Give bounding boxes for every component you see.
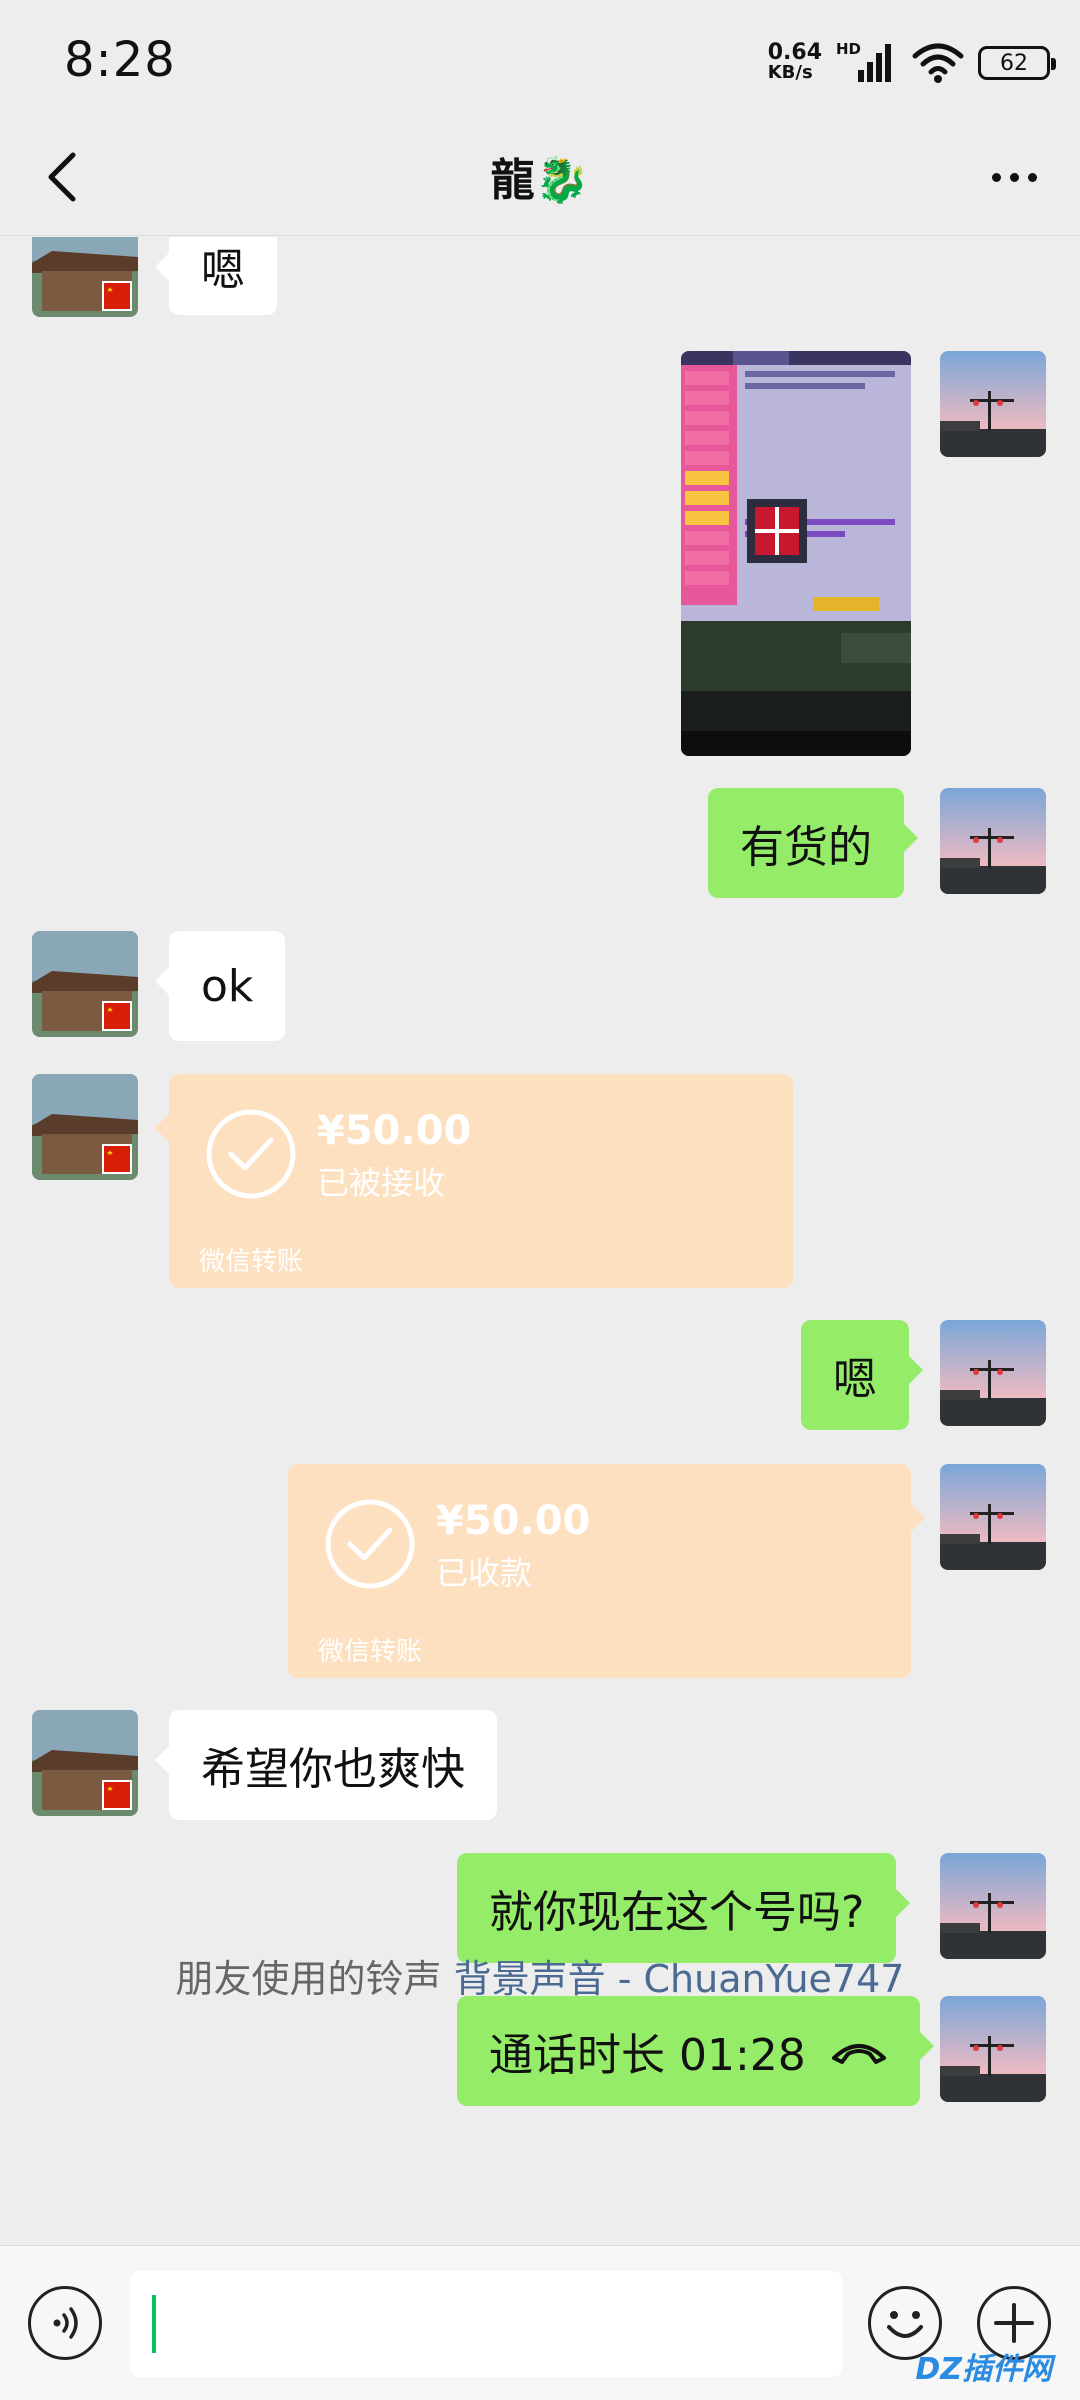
transfer-footer: 微信转账 bbox=[318, 1637, 423, 1667]
contact-avatar[interactable] bbox=[32, 1710, 138, 1816]
network-speed: 0.64 KB/s bbox=[767, 40, 822, 83]
message-bubble[interactable]: 有货的 bbox=[708, 788, 918, 898]
plus-icon bbox=[994, 2303, 1034, 2343]
ringtone-notice: 朋友使用的铃声 背景声音 - ChuanYue747 bbox=[0, 1948, 1080, 2003]
message-bubble[interactable]: 希望你也爽快 bbox=[155, 1710, 497, 1820]
voice-button[interactable] bbox=[28, 2286, 102, 2360]
chat-header: 龍🐉 bbox=[0, 118, 1080, 236]
text-caret bbox=[152, 2295, 156, 2353]
transfer-amount: ¥50.00 bbox=[436, 1498, 591, 1544]
input-bar: DZ插件网 bbox=[0, 2245, 1080, 2400]
battery-level: 62 bbox=[1000, 50, 1028, 76]
battery-icon: 62 bbox=[978, 46, 1056, 80]
message-list[interactable]: 嗯 有货的 ok ¥50.00 已被接收 微信转账 嗯 ¥50.00 已收款 微… bbox=[0, 237, 1080, 2245]
message-text: 就你现在这个号吗? bbox=[489, 1887, 865, 1938]
transfer-footer: 微信转账 bbox=[199, 1247, 304, 1277]
contact-avatar[interactable] bbox=[32, 1074, 138, 1180]
message-bubble[interactable]: 就你现在这个号吗? bbox=[457, 1853, 911, 1963]
ringtone-link[interactable]: 背景声音 - ChuanYue747 bbox=[454, 1957, 905, 2001]
call-record-bubble[interactable]: 通话时长 01:28 bbox=[457, 1996, 934, 2106]
more-options-button[interactable] bbox=[974, 144, 1054, 210]
status-time: 8:28 bbox=[64, 32, 176, 88]
message-bubble[interactable]: 嗯 bbox=[155, 237, 277, 315]
cell-signal-icon: HD bbox=[836, 40, 898, 86]
image-message[interactable] bbox=[681, 351, 911, 756]
contact-name: 龍🐉 bbox=[490, 155, 590, 206]
status-bar: 8:28 0.64 KB/s HD 62 bbox=[0, 0, 1080, 118]
message-text: ok bbox=[201, 960, 254, 1012]
network-speed-unit: KB/s bbox=[767, 62, 813, 83]
message-text: 希望你也爽快 bbox=[201, 1744, 465, 1795]
voice-icon bbox=[53, 2307, 78, 2339]
phone-icon bbox=[831, 2044, 886, 2064]
network-speed-value: 0.64 bbox=[767, 40, 822, 65]
contact-avatar[interactable] bbox=[32, 237, 138, 317]
transfer-card[interactable]: ¥50.00 已收款 微信转账 bbox=[288, 1464, 925, 1678]
message-text: 嗯 bbox=[201, 245, 245, 296]
transfer-status: 已收款 bbox=[436, 1554, 533, 1592]
contact-avatar[interactable] bbox=[32, 931, 138, 1037]
transfer-card[interactable]: ¥50.00 已被接收 微信转账 bbox=[155, 1074, 793, 1288]
more-dots-icon bbox=[991, 172, 1001, 182]
message-bubble[interactable]: ok bbox=[154, 931, 286, 1041]
message-text: 嗯 bbox=[833, 1354, 877, 1405]
my-avatar[interactable] bbox=[940, 1996, 1046, 2102]
my-avatar[interactable] bbox=[940, 1320, 1046, 1426]
wifi-icon bbox=[912, 43, 964, 83]
check-circle-icon bbox=[206, 1109, 296, 1199]
chat-title: 龍🐉 bbox=[0, 144, 1080, 208]
ringtone-prefix: 朋友使用的铃声 bbox=[175, 1957, 442, 2001]
transfer-amount: ¥50.00 bbox=[317, 1108, 472, 1154]
my-avatar[interactable] bbox=[940, 1853, 1046, 1959]
message-input[interactable] bbox=[130, 2271, 842, 2377]
transfer-status: 已被接收 bbox=[317, 1164, 446, 1202]
my-avatar[interactable] bbox=[940, 351, 1046, 457]
check-circle-icon bbox=[325, 1499, 415, 1589]
message-bubble[interactable]: 嗯 bbox=[801, 1320, 923, 1430]
my-avatar[interactable] bbox=[940, 788, 1046, 894]
message-text: 有货的 bbox=[740, 822, 872, 873]
my-avatar[interactable] bbox=[940, 1464, 1046, 1570]
watermark-logo: DZ插件网 bbox=[915, 2352, 1052, 2387]
call-duration: 通话时长 01:28 bbox=[489, 2030, 806, 2081]
chat-screen: 8:28 0.64 KB/s HD 62 龍🐉 嗯 有货的 ok ¥50.00 … bbox=[0, 0, 1080, 2400]
status-indicators: 0.64 KB/s HD 62 bbox=[767, 38, 1056, 88]
network-type-label: HD bbox=[836, 40, 862, 58]
